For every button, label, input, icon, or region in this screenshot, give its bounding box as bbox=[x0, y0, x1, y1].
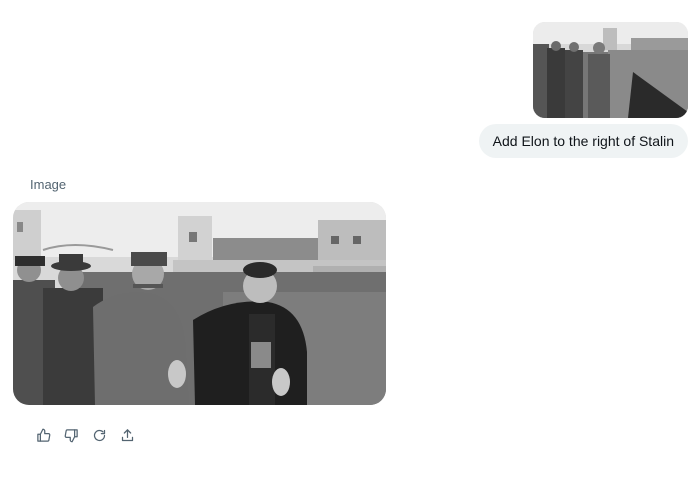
user-message-bubble: Add Elon to the right of Stalin bbox=[478, 124, 688, 158]
generated-image[interactable] bbox=[13, 202, 386, 405]
response-type-label: Image bbox=[30, 177, 67, 192]
dislike-button[interactable] bbox=[62, 426, 81, 445]
thumbs-up-icon bbox=[37, 428, 51, 442]
user-uploaded-image[interactable] bbox=[533, 22, 688, 118]
regenerate-button[interactable] bbox=[90, 426, 109, 445]
user-message-text: Add Elon to the right of Stalin bbox=[492, 133, 674, 149]
thumbs-down-icon bbox=[64, 429, 78, 443]
response-actions bbox=[34, 426, 137, 445]
share-button[interactable] bbox=[118, 426, 137, 445]
refresh-icon bbox=[93, 429, 106, 442]
like-button[interactable] bbox=[34, 426, 53, 445]
share-icon bbox=[121, 429, 134, 442]
